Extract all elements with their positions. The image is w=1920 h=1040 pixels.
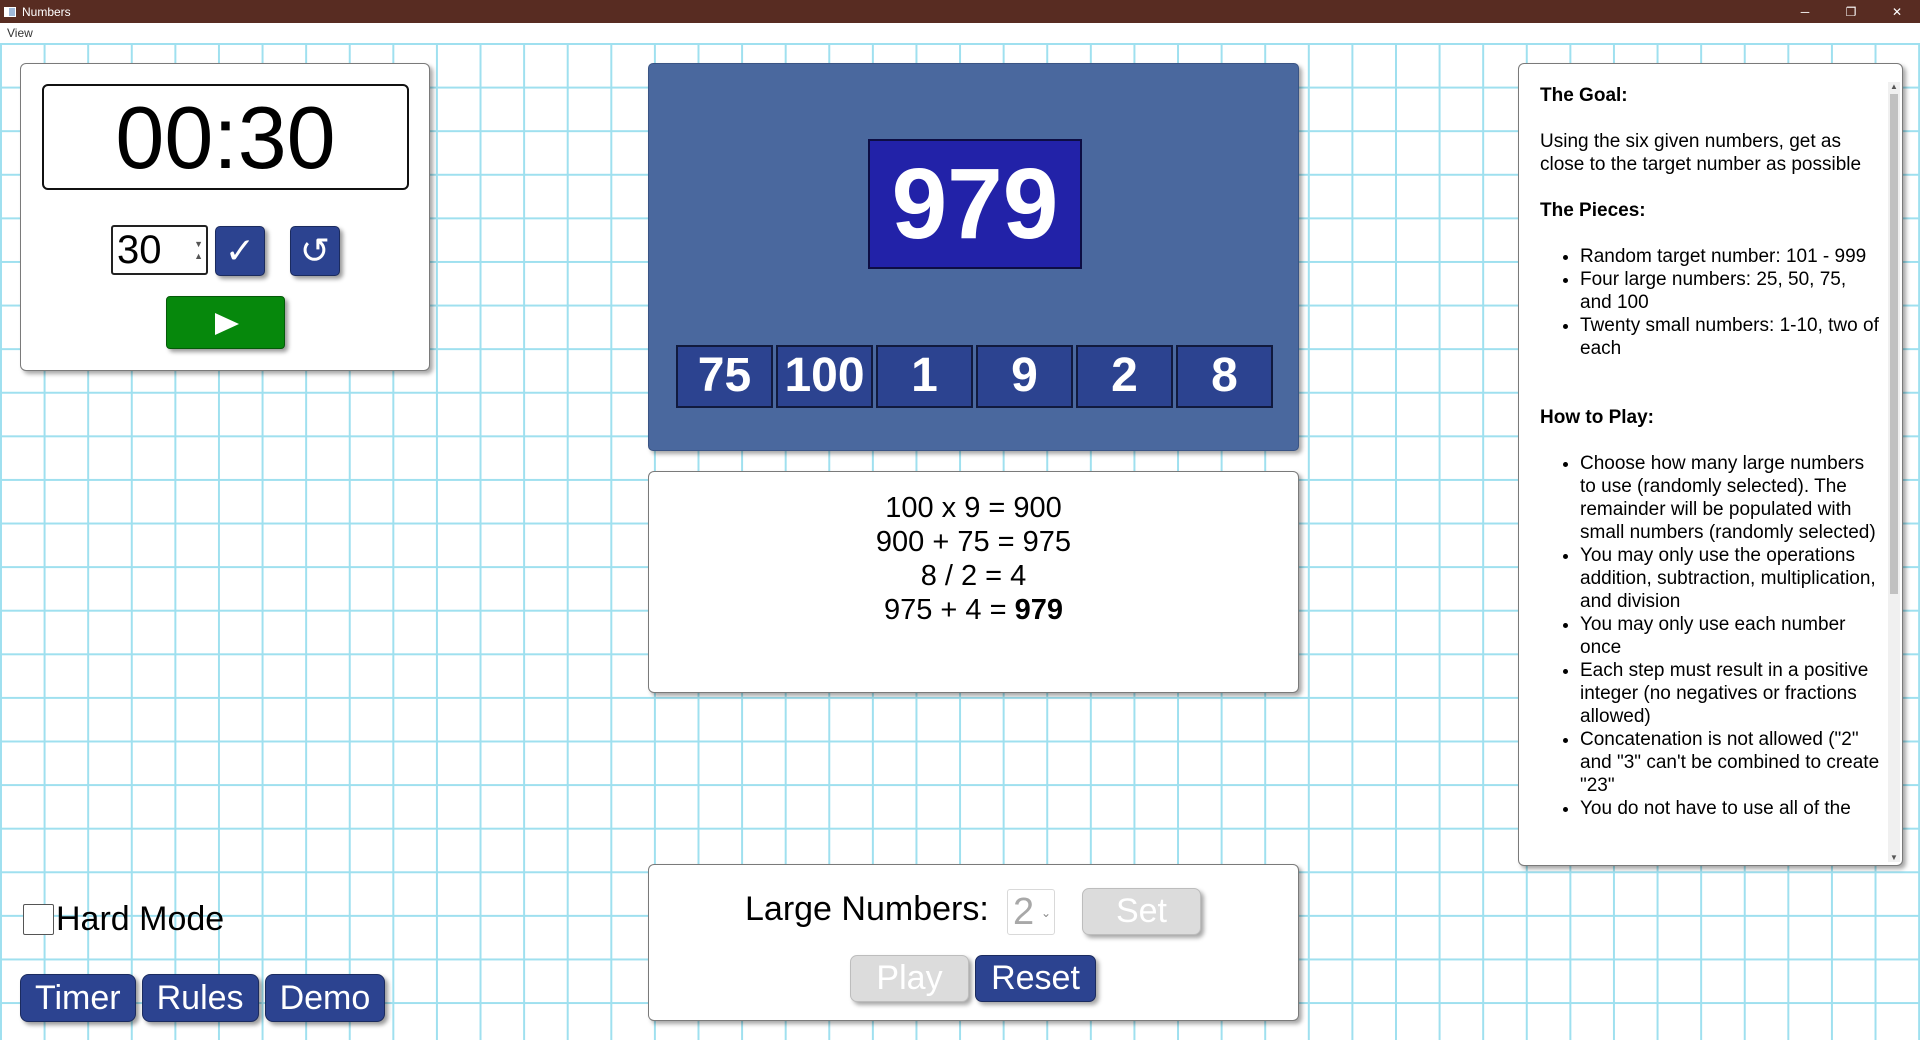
- game-board: 979 75 100 1 9 2 8: [648, 63, 1299, 451]
- seconds-input[interactable]: 30 ▲ ▼: [111, 225, 208, 275]
- hard-mode-toggle[interactable]: Hard Mode: [23, 900, 224, 939]
- scroll-down-icon[interactable]: ▼: [1888, 853, 1900, 862]
- menu-view[interactable]: View: [7, 26, 33, 40]
- rules-scrollbar[interactable]: ▲ ▼: [1888, 82, 1900, 862]
- refresh-icon: ↺: [299, 230, 331, 271]
- solution-final-prefix: 975 + 4 =: [883, 594, 1015, 626]
- target-number: 979: [868, 139, 1082, 269]
- number-tile: 9: [976, 345, 1073, 408]
- confirm-time-button[interactable]: ✓: [215, 226, 265, 276]
- list-item: You may only use the operations addition…: [1580, 544, 1880, 613]
- goal-heading: The Goal:: [1540, 85, 1628, 106]
- game-controls-panel: Large Numbers: 2 ⌄ Set Play Reset: [648, 864, 1299, 1021]
- set-button[interactable]: Set: [1082, 888, 1201, 935]
- goal-text: Using the six given numbers, get as clos…: [1540, 131, 1862, 175]
- list-item: Twenty small numbers: 1-10, two of each: [1580, 314, 1880, 360]
- demo-button[interactable]: Demo: [264, 974, 386, 1022]
- scroll-up-icon[interactable]: ▲: [1888, 82, 1900, 91]
- rules-content: The Goal: Using the six given numbers, g…: [1540, 84, 1880, 843]
- play-icon: [215, 313, 239, 335]
- hard-mode-label: Hard Mode: [56, 900, 225, 938]
- chevron-down-icon: ⌄: [1040, 906, 1051, 920]
- solution-line: 8 / 2 = 4: [920, 560, 1027, 592]
- scrollbar-thumb[interactable]: [1890, 94, 1898, 594]
- hard-mode-checkbox[interactable]: [23, 904, 54, 935]
- pieces-list: Random target number: 101 - 999 Four lar…: [1580, 245, 1880, 360]
- close-icon[interactable]: ✕: [1874, 0, 1920, 23]
- howto-list: Choose how many large numbers to use (ra…: [1580, 452, 1880, 820]
- app-icon: [4, 6, 16, 17]
- list-item: Choose how many large numbers to use (ra…: [1580, 452, 1880, 544]
- timer-button[interactable]: Timer: [20, 974, 136, 1022]
- number-tile: 1: [876, 345, 973, 408]
- spin-down-icon[interactable]: ▼: [194, 221, 203, 267]
- number-tile: 100: [776, 345, 873, 408]
- menubar: View: [0, 23, 1920, 43]
- list-item: Each step must result in a positive inte…: [1580, 659, 1880, 728]
- solution-line: 900 + 75 = 975: [875, 526, 1072, 558]
- seconds-value: 30: [117, 228, 162, 272]
- number-tile: 2: [1076, 345, 1173, 408]
- howto-heading: How to Play:: [1540, 407, 1655, 428]
- solution-final-line: 975 + 4 = 979: [649, 593, 1298, 627]
- checkmark-icon: ✓: [224, 230, 256, 271]
- pieces-heading: The Pieces:: [1540, 200, 1646, 221]
- start-timer-button[interactable]: [166, 296, 285, 349]
- number-tile: 75: [676, 345, 773, 408]
- window-controls: ─ ❐ ✕: [1782, 0, 1920, 23]
- list-item: You do not have to use all of the: [1580, 797, 1880, 820]
- list-item: Four large numbers: 25, 50, 75, and 100: [1580, 268, 1880, 314]
- number-tiles: 75 100 1 9 2 8: [676, 345, 1273, 408]
- reset-timer-button[interactable]: ↺: [290, 226, 340, 276]
- large-numbers-label: Large Numbers:: [745, 890, 989, 928]
- large-numbers-value: 2: [1013, 891, 1035, 933]
- number-tile: 8: [1176, 345, 1273, 408]
- list-item: Concatenation is not allowed ("2" and "3…: [1580, 728, 1880, 797]
- solution-steps: 100 x 9 = 900 900 + 75 = 975 8 / 2 = 4 9…: [649, 491, 1298, 627]
- window-titlebar: Numbers ─ ❐ ✕: [0, 0, 1920, 23]
- rules-button[interactable]: Rules: [141, 974, 259, 1022]
- restore-icon[interactable]: ❐: [1828, 0, 1874, 23]
- bottom-nav: Timer Rules Demo: [20, 974, 386, 1022]
- rules-panel[interactable]: The Goal: Using the six given numbers, g…: [1518, 63, 1903, 866]
- list-item: Random target number: 101 - 999: [1580, 245, 1880, 268]
- minimize-icon[interactable]: ─: [1782, 0, 1828, 23]
- reset-button[interactable]: Reset: [975, 955, 1096, 1002]
- large-numbers-select[interactable]: 2 ⌄: [1007, 889, 1055, 935]
- window-title: Numbers: [22, 4, 71, 19]
- timer-panel: 00:30 30 ▲ ▼ ✓ ↺: [20, 63, 430, 371]
- timer-display: 00:30: [42, 84, 409, 190]
- solution-line: 100 x 9 = 900: [885, 492, 1062, 524]
- solution-final-result: 979: [1014, 594, 1063, 626]
- list-item: You may only use each number once: [1580, 613, 1880, 659]
- solution-panel: 100 x 9 = 900 900 + 75 = 975 8 / 2 = 4 9…: [648, 471, 1299, 693]
- play-button[interactable]: Play: [850, 955, 969, 1002]
